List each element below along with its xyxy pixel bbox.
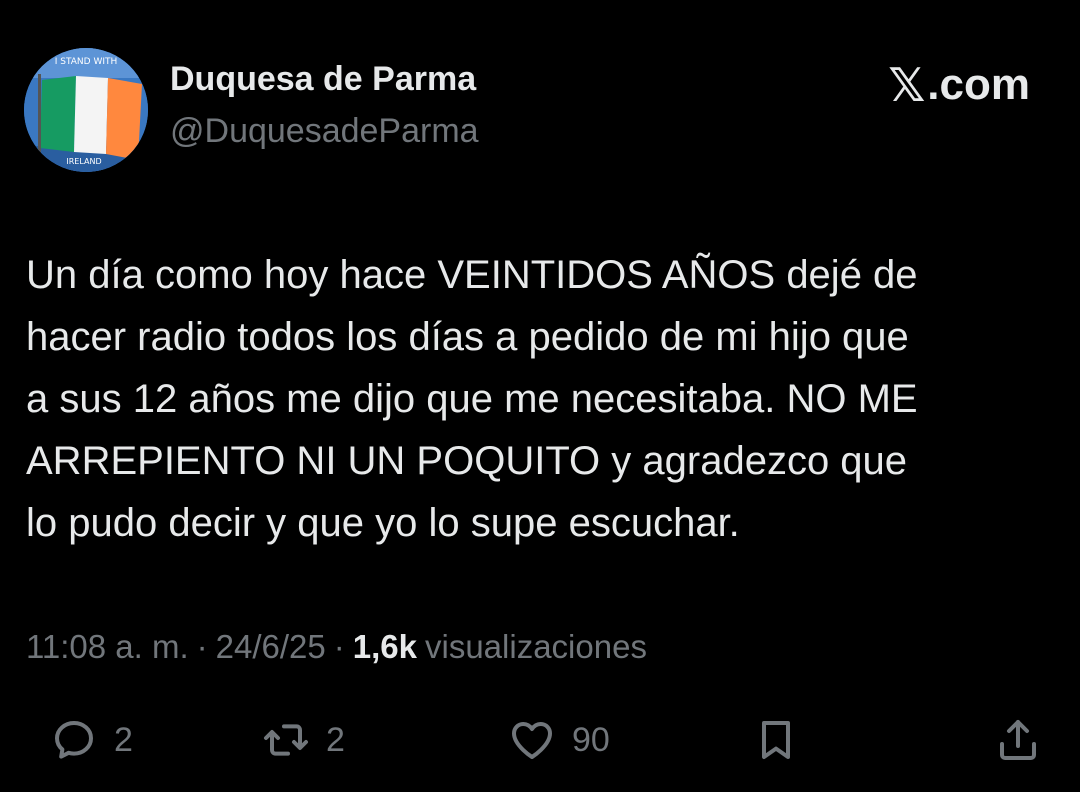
reply-icon [55, 721, 93, 759]
action-bar: 2 2 90 [0, 712, 1080, 772]
author-handle[interactable]: @DuquesadeParma [170, 112, 479, 151]
reply-count: 2 [114, 720, 133, 759]
author-display-name[interactable]: Duquesa de Parma [170, 60, 476, 99]
tweet-text: Un día como hoy hace VEINTIDOS AÑOS dejé… [26, 253, 918, 545]
repost-button[interactable]: 2 [262, 712, 345, 768]
tweet-meta: 11:08 a. m. · 24/6/25 · 1,6k visualizaci… [26, 628, 647, 666]
views-label: visualizaciones [425, 628, 647, 665]
like-count: 90 [572, 720, 610, 759]
heart-icon [512, 722, 552, 759]
share-button[interactable] [994, 712, 1042, 768]
x-com-brand: 𝕏 .com [888, 58, 1030, 112]
like-button[interactable]: 90 [508, 712, 610, 768]
repost-count: 2 [326, 720, 345, 759]
repost-icon [264, 724, 308, 756]
tweet-date[interactable]: 24/6/25 [216, 628, 326, 666]
bookmark-icon [762, 721, 790, 759]
meta-separator: · [196, 628, 208, 665]
ireland-flag-avatar: I STAND WITH IRELAND [24, 48, 148, 172]
bookmark-button[interactable] [752, 712, 800, 768]
reply-button[interactable]: 2 [50, 712, 133, 768]
avatar-top-text: I STAND WITH [55, 57, 118, 67]
tweet-card: I STAND WITH IRELAND Duquesa de Parma @D… [0, 0, 1080, 792]
x-logo-icon: 𝕏 [888, 58, 926, 112]
meta-separator: · [333, 628, 345, 665]
avatar[interactable]: I STAND WITH IRELAND [24, 48, 148, 172]
tweet-time[interactable]: 11:08 a. m. [26, 628, 189, 666]
brand-label: .com [927, 60, 1030, 109]
avatar-bottom-text: IRELAND [66, 157, 101, 166]
share-icon [1000, 720, 1036, 760]
views-count: 1,6k [352, 628, 417, 665]
